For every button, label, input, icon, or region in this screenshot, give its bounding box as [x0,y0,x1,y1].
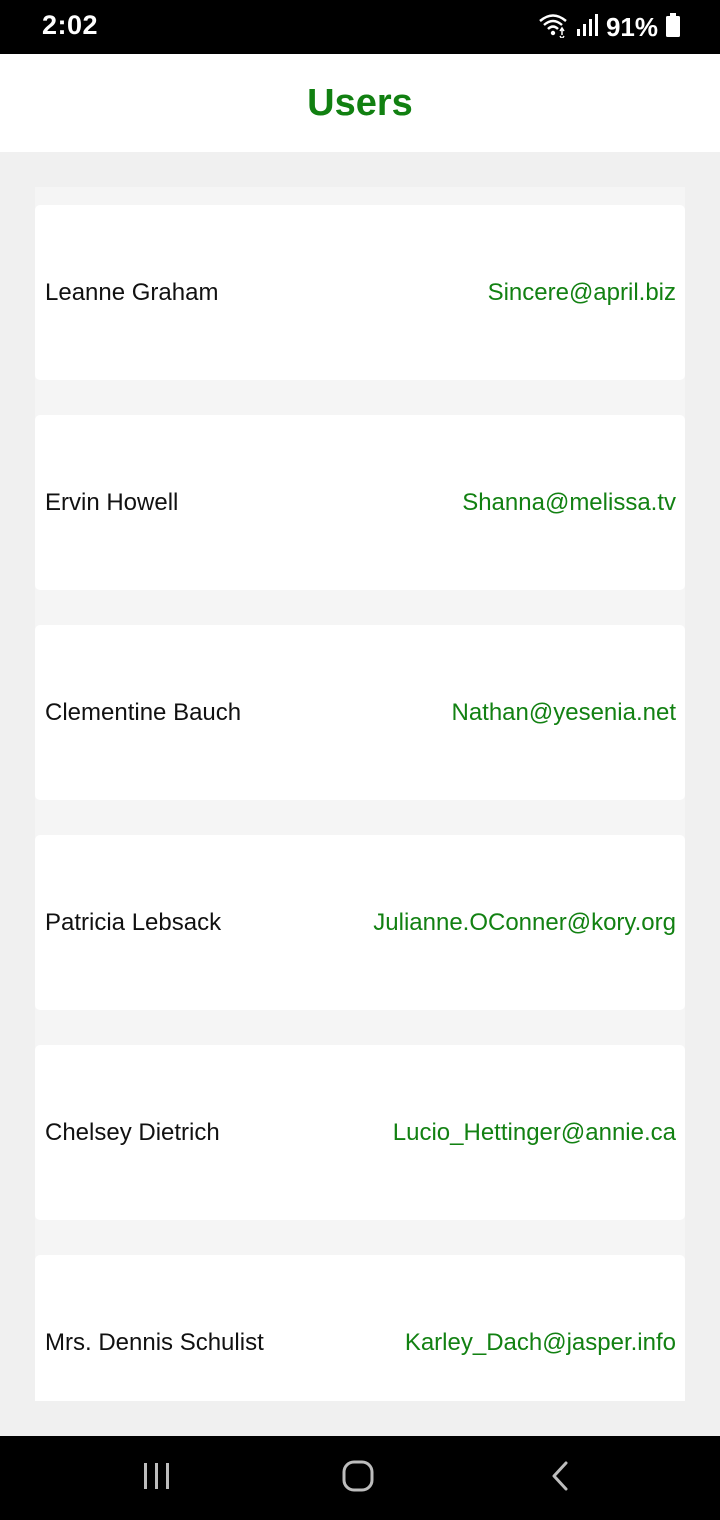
user-card[interactable]: Mrs. Dennis Schulist Karley_Dach@jasper.… [35,1255,685,1401]
status-icons: 91% [538,10,680,44]
back-button[interactable] [530,1456,590,1500]
user-name: Patricia Lebsack [45,908,222,936]
user-email[interactable]: Karley_Dach@jasper.info [405,1329,676,1357]
user-card[interactable]: Patricia Lebsack Julianne.OConner@kory.o… [35,835,685,1010]
battery-percent: 91% [605,11,658,42]
home-button[interactable] [328,1456,388,1500]
user-card[interactable]: Chelsey Dietrich Lucio_Hettinger@annie.c… [35,1045,685,1220]
user-name: Clementine Bauch [45,698,242,726]
recent-apps-icon [141,1461,173,1496]
user-email[interactable]: Sincere@april.biz [488,279,676,307]
wifi-icon [538,12,568,43]
home-icon [341,1459,375,1498]
status-bar: 2:02 91% [0,0,720,54]
signal-icon [576,13,598,42]
user-email[interactable]: Julianne.OConner@kory.org [373,909,676,937]
user-name: Leanne Graham [45,278,219,306]
battery-icon [666,12,680,42]
user-name: Chelsey Dietrich [45,1118,220,1146]
app-header: Users [0,54,720,152]
user-name: Mrs. Dennis Schulist [45,1328,264,1356]
user-card[interactable]: Clementine Bauch Nathan@yesenia.net [35,625,685,800]
user-card[interactable]: Leanne Graham Sincere@april.biz [35,205,685,380]
status-time: 2:02 [42,10,99,40]
user-card[interactable]: Ervin Howell Shanna@melissa.tv [35,415,685,590]
recent-apps-button[interactable] [127,1456,187,1500]
user-email[interactable]: Lucio_Hettinger@annie.ca [393,1119,676,1147]
system-nav-bar [0,1436,720,1520]
page-title: Users [307,81,413,124]
back-icon [548,1460,572,1497]
user-list[interactable]: Leanne Graham Sincere@april.biz Ervin Ho… [35,187,685,1401]
user-email[interactable]: Shanna@melissa.tv [462,489,676,517]
user-name: Ervin Howell [45,488,179,516]
user-email[interactable]: Nathan@yesenia.net [451,699,676,727]
